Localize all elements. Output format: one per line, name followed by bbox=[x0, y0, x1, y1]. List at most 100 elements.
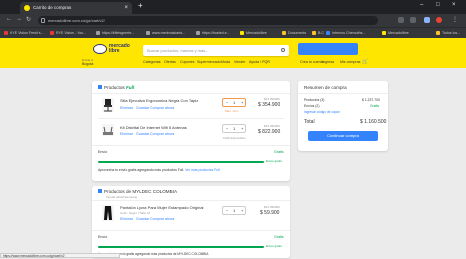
quantity-value[interactable]: 1 bbox=[233, 99, 235, 106]
save-link[interactable]: Guardar bbox=[136, 217, 149, 221]
quantity-stepper[interactable]: − 1 + bbox=[222, 124, 246, 133]
bookmark-favicon-icon bbox=[4, 31, 8, 36]
remove-link[interactable]: Eliminar bbox=[120, 106, 133, 110]
product-image[interactable] bbox=[102, 205, 114, 221]
decrement-icon[interactable]: − bbox=[226, 125, 228, 132]
bookmark-item[interactable]: RYE Vision - You... bbox=[50, 30, 86, 37]
total-value: $ 1.160.500 bbox=[360, 119, 387, 125]
shipping-summary-value: Gratis bbox=[370, 104, 380, 108]
promo-banner[interactable] bbox=[298, 43, 358, 55]
menu-kebab-icon[interactable]: ⋮ bbox=[452, 16, 458, 23]
nav-categorias[interactable]: Categorías bbox=[143, 60, 161, 64]
quantity-stepper[interactable]: − 1 + bbox=[222, 206, 246, 215]
remove-link[interactable]: Eliminar bbox=[120, 132, 133, 136]
nav-vender[interactable]: Vender bbox=[234, 60, 245, 64]
divider bbox=[92, 145, 290, 146]
store-subtitle: Tienda oficial Samsung bbox=[106, 195, 138, 199]
bookmark-star-icon[interactable] bbox=[410, 17, 416, 23]
increment-icon[interactable]: + bbox=[241, 207, 243, 214]
translate-icon[interactable] bbox=[398, 17, 404, 23]
browser-tab[interactable]: Carrito de compras × bbox=[20, 2, 132, 14]
bookmark-item[interactable]: https://hosted.e... bbox=[196, 30, 230, 37]
product-image[interactable] bbox=[102, 124, 114, 136]
close-tab-icon[interactable]: × bbox=[124, 2, 128, 14]
bookmark-item[interactable]: KYE Vision Fresh's... bbox=[4, 30, 44, 37]
location-value[interactable]: Bogotá bbox=[82, 62, 93, 66]
continue-purchase-button[interactable]: Continuar compra bbox=[308, 131, 378, 141]
search-icon[interactable] bbox=[281, 48, 285, 52]
bookmark-item[interactable]: https://kfletsgenrte... bbox=[96, 30, 134, 37]
product-image[interactable] bbox=[102, 98, 114, 112]
product-detail: Color: Negro | Talla: M bbox=[120, 211, 150, 215]
bookmark-item[interactable]: B.C bbox=[312, 30, 324, 37]
extension-icon[interactable] bbox=[424, 17, 430, 23]
bookmark-item[interactable]: Internos Chemuths... bbox=[326, 30, 365, 37]
price-original: $14 990000 bbox=[264, 97, 280, 101]
bookmark-favicon-icon bbox=[50, 31, 54, 36]
nav-crea-cuenta[interactable]: Crea tu cuenta bbox=[300, 60, 324, 64]
increment-icon[interactable]: + bbox=[241, 125, 243, 132]
buy-now-link[interactable]: Comprar ahora bbox=[150, 106, 174, 110]
divider bbox=[92, 230, 290, 231]
status-bar: https://www.mercadolibre.com.co/gz/cart/… bbox=[0, 253, 120, 258]
bookmark-item[interactable]: Mercadolibre bbox=[382, 30, 409, 37]
new-tab-icon[interactable]: + bbox=[138, 1, 143, 10]
reload-icon[interactable]: ↻ bbox=[26, 16, 31, 23]
coupon-link[interactable]: Ingresar código de cupón bbox=[304, 110, 340, 114]
shipping-label: Envío bbox=[98, 235, 108, 239]
nav-supermercado[interactable]: Supermercado bbox=[197, 60, 221, 64]
search-input[interactable]: Buscar productos, marcas y más... bbox=[143, 45, 289, 56]
bookmark-item[interactable]: www.merkmalcarts... bbox=[146, 30, 185, 37]
folder-icon bbox=[312, 31, 316, 36]
mercadolibre-logo[interactable]: mercado libre bbox=[93, 42, 133, 58]
price: $ 354.900 bbox=[258, 102, 281, 108]
progress-label: Envío gratis bbox=[266, 244, 282, 248]
bookmark-item[interactable]: Mercadolibre bbox=[240, 30, 267, 37]
save-link[interactable]: Guardar bbox=[136, 106, 149, 110]
nav-ofertas[interactable]: Ofertas bbox=[164, 60, 176, 64]
bookmark-favicon-icon bbox=[240, 31, 244, 36]
cart-panel-store: Productos de MYLDEC COLOMBIA Tienda ofic… bbox=[92, 186, 290, 258]
close-window-icon[interactable]: × bbox=[452, 2, 456, 8]
office-chair-icon bbox=[104, 99, 112, 112]
price-original: $44 990000 bbox=[264, 205, 280, 209]
free-shipping-progress bbox=[98, 246, 264, 248]
address-bar-row: ← → ↻ mercadolibre.com.co/gz/cart/v2/ ⋮ bbox=[0, 14, 466, 27]
more-full-products-link[interactable]: Ver más productos Full bbox=[185, 168, 220, 172]
quantity-value[interactable]: 1 bbox=[233, 125, 235, 132]
tab-title: Carrito de compras bbox=[33, 5, 72, 10]
nav-ayuda[interactable]: Ayuda / PQR bbox=[249, 60, 270, 64]
product-name[interactable]: Kit Distrital De Internet Wifi 5 Antenas bbox=[120, 125, 187, 130]
cart-icon[interactable]: 🛒 bbox=[362, 59, 368, 65]
forward-icon[interactable]: → bbox=[16, 16, 22, 22]
increment-icon[interactable]: + bbox=[241, 99, 243, 106]
buy-now-link[interactable]: Comprar ahora bbox=[150, 217, 174, 221]
purchase-summary: Resumen de compra Productos (3) $ 1.237.… bbox=[298, 81, 388, 151]
nav-ingresa[interactable]: Ingresa bbox=[322, 60, 334, 64]
profile-avatar-icon[interactable] bbox=[436, 17, 442, 23]
shipping-value: Gratis bbox=[274, 150, 284, 154]
product-name[interactable]: Pantalón Lycra Para Mujer Estampado Orig… bbox=[120, 205, 203, 210]
url-text: mercadolibre.com.co/gz/cart/v2/ bbox=[48, 18, 105, 23]
decrement-icon[interactable]: − bbox=[226, 99, 228, 106]
nav-mis-compras[interactable]: Mis compras bbox=[340, 60, 360, 64]
buy-now-link[interactable]: Comprar ahora bbox=[150, 132, 174, 136]
quantity-stepper[interactable]: − 1 + bbox=[222, 98, 246, 107]
search-placeholder: Buscar productos, marcas y más... bbox=[147, 48, 209, 53]
total-label: Total bbox=[304, 119, 315, 125]
minimize-icon[interactable]: – bbox=[420, 2, 423, 8]
url-field[interactable]: mercadolibre.com.co/gz/cart/v2/ bbox=[38, 16, 378, 25]
remove-link[interactable]: Eliminar bbox=[120, 217, 133, 221]
nav-moda[interactable]: Moda bbox=[221, 60, 230, 64]
back-icon[interactable]: ← bbox=[6, 16, 12, 22]
decrement-icon[interactable]: − bbox=[226, 207, 228, 214]
bookmark-item[interactable]: Documents bbox=[282, 30, 306, 37]
cart-panel-full: Productos Full Silla Ejecutiva Ergonomic… bbox=[92, 81, 290, 181]
other-bookmarks[interactable]: Todos los... bbox=[436, 30, 460, 37]
product-name[interactable]: Silla Ejecutiva Ergonomica Negra Con Tap… bbox=[120, 98, 198, 103]
nav-cupones[interactable]: Cupones bbox=[180, 60, 194, 64]
save-link[interactable]: Guardar bbox=[136, 132, 149, 136]
price: $ 59.900 bbox=[260, 210, 280, 216]
maximize-icon[interactable]: □ bbox=[436, 2, 440, 8]
quantity-value[interactable]: 1 bbox=[233, 207, 235, 214]
